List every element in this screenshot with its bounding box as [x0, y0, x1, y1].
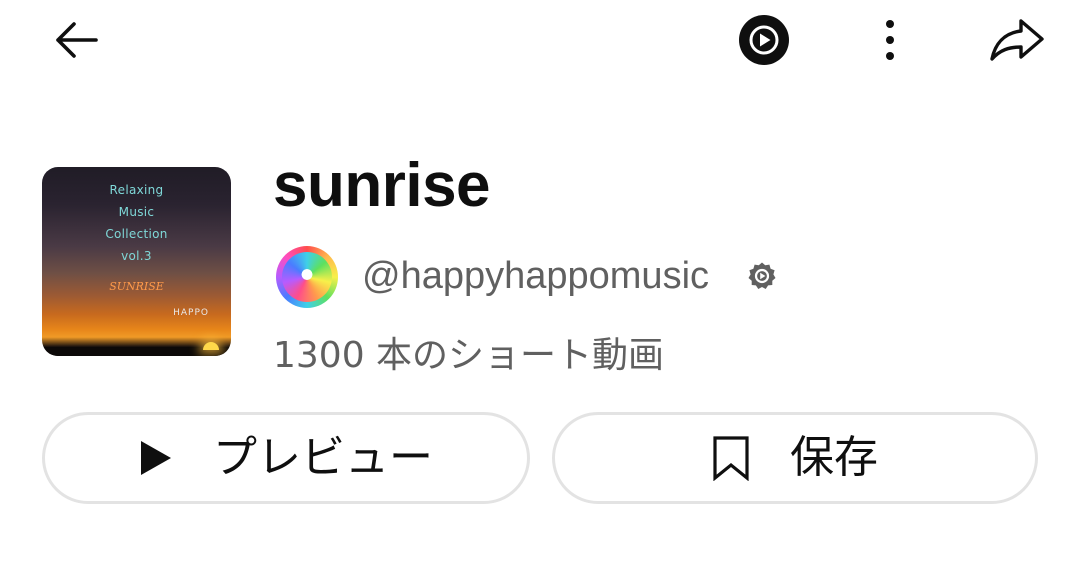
back-button[interactable] [40, 12, 110, 68]
share-button[interactable] [982, 10, 1052, 70]
video-count: 1300 本のショート動画 [273, 335, 665, 376]
preview-button[interactable]: プレビュー [42, 412, 530, 504]
save-button-label: 保存 [790, 432, 878, 483]
bookmark-icon [712, 435, 750, 481]
album-art-line: Collection [105, 227, 168, 241]
channel-avatar[interactable] [276, 246, 338, 308]
youtube-music-icon [739, 15, 789, 65]
album-art-line: vol.3 [121, 249, 152, 263]
youtube-music-button[interactable] [734, 10, 794, 70]
album-art-artist: HAPPO [173, 308, 209, 318]
channel-avatar-image [282, 252, 332, 302]
album-art-subtitle: SUNRISE [109, 280, 164, 293]
more-vertical-icon [886, 20, 894, 60]
arrow-left-icon [56, 22, 98, 58]
playlist-title: sunrise [273, 151, 491, 220]
album-art-line: Relaxing [109, 183, 164, 197]
preview-button-label: プレビュー [213, 432, 433, 483]
album-art-line: Music [118, 205, 155, 219]
album-art-sun [203, 342, 219, 350]
save-button[interactable]: 保存 [552, 412, 1038, 504]
channel-handle[interactable]: @happyhappomusic [362, 253, 709, 299]
verified-badge-icon [748, 262, 776, 289]
play-icon [139, 439, 173, 477]
playlist-thumbnail[interactable]: Relaxing Music Collection vol.3 SUNRISE … [42, 167, 231, 356]
share-icon [990, 19, 1044, 61]
more-options-button[interactable] [866, 10, 914, 70]
